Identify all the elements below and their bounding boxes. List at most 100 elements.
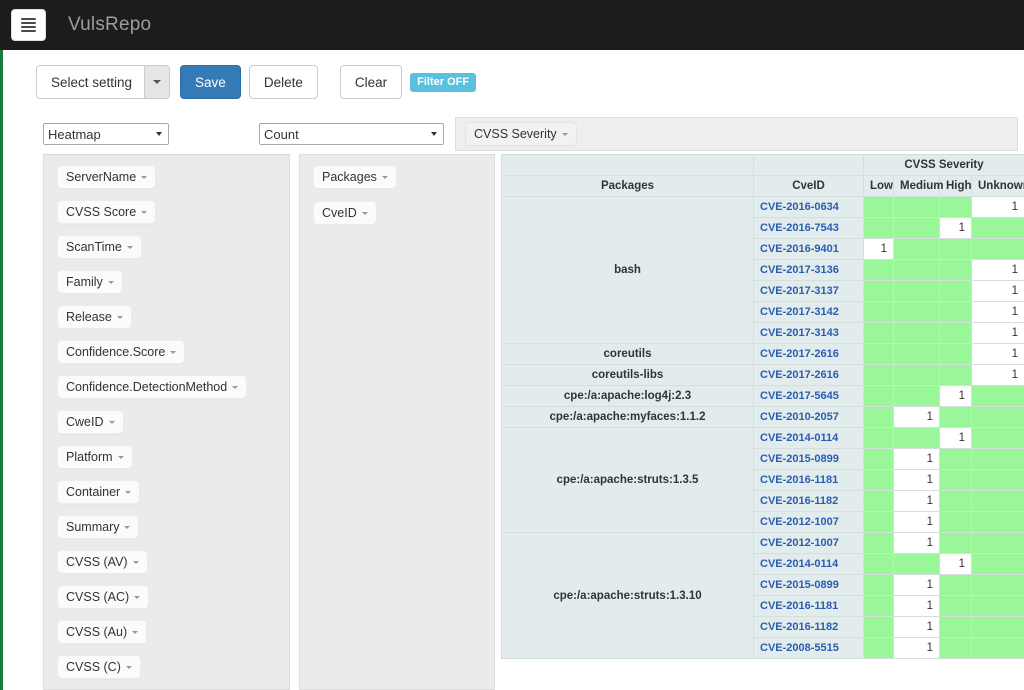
unused-attr-item[interactable]: CVSS (Au) (57, 620, 289, 655)
pivot-area: HeatmapTableTable BarchartRow HeatmapCol… (3, 114, 1024, 690)
caret-down-icon[interactable] (125, 665, 132, 669)
unused-attr-item[interactable]: CVSS Score (57, 200, 289, 235)
unused-attr-item[interactable]: Family (57, 270, 289, 305)
row-attr-pill-cveid[interactable]: CveID (313, 201, 377, 225)
caret-down-icon[interactable] (134, 595, 141, 599)
cell-cveid[interactable]: CVE-2017-3137 (753, 280, 864, 302)
row-attr-item[interactable]: CveID (313, 201, 494, 237)
caret-down-icon[interactable] (132, 560, 139, 564)
cell-cveid[interactable]: CVE-2015-0899 (753, 574, 864, 596)
attr-pill-cvss-ac[interactable]: CVSS (AC) (57, 585, 150, 609)
caret-down-icon[interactable] (141, 210, 148, 214)
renderer-select[interactable]: HeatmapTableTable BarchartRow HeatmapCol… (43, 123, 169, 145)
cell-cveid[interactable]: CVE-2017-3142 (753, 301, 864, 323)
aggregator-select[interactable]: CountCount Unique ValuesSumAverage (259, 123, 444, 145)
select-setting-button[interactable]: Select setting (36, 65, 145, 99)
unused-attr-item[interactable]: Platform (57, 445, 289, 480)
unused-attr-item[interactable]: Release (57, 305, 289, 340)
cell-cveid[interactable]: CVE-2012-1007 (753, 511, 864, 533)
row-label-package[interactable]: coreutils (501, 343, 754, 365)
attr-pill-container[interactable]: Container (57, 480, 141, 504)
filter-status-badge[interactable]: Filter OFF (410, 72, 477, 92)
attr-pill-cvss-au[interactable]: CVSS (Au) (57, 620, 148, 644)
attr-pill-platform[interactable]: Platform (57, 445, 133, 469)
cell-cveid[interactable]: CVE-2016-1181 (753, 469, 864, 491)
caret-down-icon[interactable] (124, 525, 131, 529)
clear-button[interactable]: Clear (339, 65, 403, 99)
row-label-package[interactable]: cpe:/a:apache:struts:1.3.10 (501, 532, 754, 659)
unused-attr-item[interactable]: CVSS (AC) (57, 585, 289, 620)
attr-label: CVSS Score (66, 205, 137, 219)
caret-down-icon[interactable] (361, 211, 368, 215)
unused-attr-item[interactable]: Confidence.Score (57, 340, 289, 375)
column-attr-pill-cvss-severity[interactable]: CVSS Severity (465, 122, 577, 146)
caret-down-icon[interactable] (125, 490, 132, 494)
unused-attr-item[interactable]: Container (57, 480, 289, 515)
cell-cveid[interactable]: CVE-2017-5645 (753, 385, 864, 407)
cell-cveid[interactable]: CVE-2012-1007 (753, 532, 864, 554)
caret-down-icon[interactable] (116, 315, 123, 319)
unused-attr-item[interactable]: CVSS (AV) (57, 550, 289, 585)
attr-pill-summary[interactable]: Summary (57, 515, 140, 539)
cell-cveid[interactable]: CVE-2016-9401 (753, 238, 864, 260)
row-label-package[interactable]: cpe:/a:apache:struts:1.3.5 (501, 427, 754, 533)
cell-cveid[interactable]: CVE-2017-2616 (753, 343, 864, 365)
attr-pill-confidence-score[interactable]: Confidence.Score (57, 340, 186, 364)
cell-cveid[interactable]: CVE-2016-0634 (753, 196, 864, 218)
caret-down-icon[interactable] (107, 280, 114, 284)
cell-high (939, 196, 972, 218)
unused-attrs-dropzone[interactable]: ServerName CVSS Score ScanTime Family Releas… (43, 154, 290, 690)
cell-cveid[interactable]: CVE-2016-7543 (753, 217, 864, 239)
cell-cveid[interactable]: CVE-2014-0114 (753, 553, 864, 575)
caret-down-icon[interactable] (141, 175, 148, 179)
sidebar-toggle-button[interactable] (11, 9, 46, 41)
row-label-package[interactable]: cpe:/a:apache:log4j:2.3 (501, 385, 754, 407)
cell-cveid[interactable]: CVE-2014-0114 (753, 427, 864, 449)
attr-pill-servername[interactable]: ServerName (57, 165, 157, 189)
cell-cveid[interactable]: CVE-2010-2057 (753, 406, 864, 428)
row-label-package[interactable]: cpe:/a:apache:myfaces:1.1.2 (501, 406, 754, 428)
unused-attr-item[interactable]: CweID (57, 410, 289, 445)
cell-cveid[interactable]: CVE-2016-1182 (753, 490, 864, 512)
caret-down-icon[interactable] (126, 245, 133, 249)
attr-pill-family[interactable]: Family (57, 270, 123, 294)
caret-down-icon[interactable] (108, 420, 115, 424)
caret-down-icon[interactable] (232, 385, 239, 389)
caret-down-icon[interactable] (117, 455, 124, 459)
save-button[interactable]: Save (180, 65, 241, 99)
select-setting-group[interactable]: Select setting (36, 65, 171, 99)
unused-attr-item[interactable]: ServerName (57, 165, 289, 200)
cell-cveid[interactable]: CVE-2016-1181 (753, 595, 864, 617)
unused-attr-item[interactable]: Confidence.DetectionMethod (57, 375, 289, 410)
cell-cveid[interactable]: CVE-2015-0899 (753, 448, 864, 470)
attr-pill-cvss-c[interactable]: CVSS (C) (57, 655, 141, 679)
cell-cveid[interactable]: CVE-2016-1182 (753, 616, 864, 638)
attr-pill-cweid[interactable]: CweID (57, 410, 124, 434)
cell-cveid[interactable]: CVE-2017-3136 (753, 259, 864, 281)
cell-cveid[interactable]: CVE-2008-5515 (753, 637, 864, 659)
unused-attr-item[interactable]: CVSS (C) (57, 655, 289, 689)
attr-pill-cvss-av[interactable]: CVSS (AV) (57, 550, 148, 574)
attr-pill-release[interactable]: Release (57, 305, 132, 329)
cell-cveid[interactable]: CVE-2017-2616 (753, 364, 864, 386)
delete-button[interactable]: Delete (248, 65, 318, 99)
cell-medium (893, 427, 940, 449)
cell-unknown: 1 (970, 196, 1024, 218)
caret-down-icon[interactable] (561, 132, 568, 136)
cell-cveid[interactable]: CVE-2017-3143 (753, 322, 864, 344)
unused-attr-item[interactable]: Summary (57, 515, 289, 550)
caret-down-icon[interactable] (132, 630, 139, 634)
caret-down-icon[interactable] (381, 175, 388, 179)
select-setting-dropdown-toggle[interactable] (144, 65, 171, 99)
unused-attr-item[interactable]: ScanTime (57, 235, 289, 270)
attr-pill-confidence-detectionmethod[interactable]: Confidence.DetectionMethod (57, 375, 248, 399)
row-attr-item[interactable]: Packages (313, 165, 494, 201)
column-attrs-dropzone[interactable]: CVSS Severity (455, 117, 1018, 151)
row-attr-pill-packages[interactable]: Packages (313, 165, 397, 189)
caret-down-icon[interactable] (170, 350, 177, 354)
attr-pill-cvss-score[interactable]: CVSS Score (57, 200, 157, 224)
attr-pill-scantime[interactable]: ScanTime (57, 235, 142, 259)
row-label-package[interactable]: coreutils-libs (501, 364, 754, 386)
row-attrs-dropzone[interactable]: Packages CveID (299, 154, 495, 690)
row-label-package[interactable]: bash (501, 196, 754, 344)
